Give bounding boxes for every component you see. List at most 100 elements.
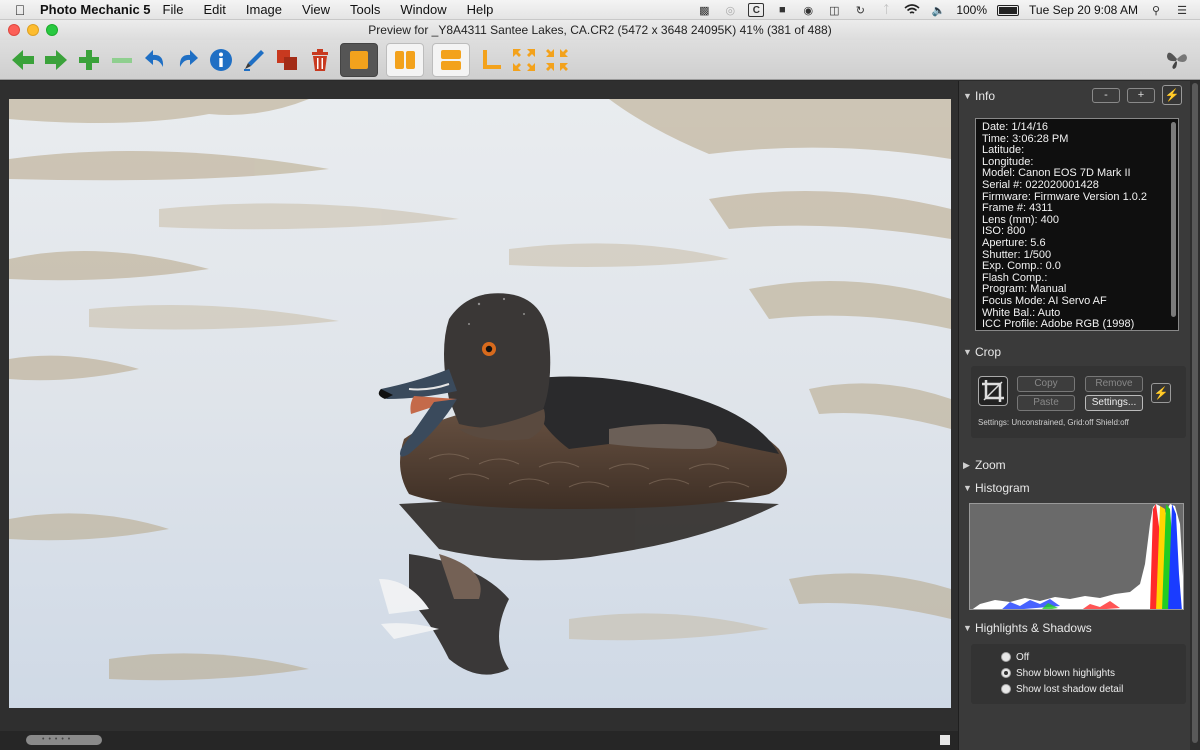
plus-icon[interactable] [72, 44, 105, 76]
edit-pen-icon[interactable] [237, 44, 270, 76]
crop-paste-button[interactable]: Paste [1017, 395, 1075, 411]
panel-scrollbar[interactable] [1190, 81, 1200, 750]
info-icon[interactable] [204, 44, 237, 76]
crop-controls: Copy Remove Paste Settings... ⚡ Settings… [971, 366, 1186, 438]
toolbar [0, 40, 1200, 80]
radio-blown-highlights-label: Show blown highlights [1016, 667, 1115, 679]
crop-settings-button[interactable]: Settings... [1085, 395, 1143, 411]
window-titlebar: Preview for _Y8A4311 Santee Lakes, CA.CR… [0, 20, 1200, 40]
zoom-section-title: Zoom [975, 458, 1006, 472]
crop-section-header[interactable]: ▼ Crop [963, 343, 1001, 361]
disclosure-open-icon: ▼ [963, 483, 972, 493]
info-date: Date: 1/14/16 [982, 121, 1049, 133]
zoom-out-icon[interactable] [540, 44, 573, 76]
preview-area: ••••• [0, 81, 958, 750]
highlights-options: Off Show blown highlights Show lost shad… [971, 644, 1186, 704]
window-zoom-button[interactable] [46, 24, 58, 36]
crop-copy-button[interactable]: Copy [1017, 376, 1075, 392]
zoom-section-header[interactable]: ▶ Zoom [963, 456, 1006, 474]
sync-icon[interactable]: ◉ [800, 3, 816, 17]
radio-blown-highlights[interactable]: Show blown highlights [1001, 666, 1115, 680]
info-metadata-box[interactable]: Date: 1/14/16 Time: 3:06:28 PM Latitude:… [975, 118, 1179, 331]
status-c-icon[interactable]: C [748, 3, 765, 17]
side-by-side-icon[interactable] [386, 42, 424, 77]
battery-percent: 100% [956, 3, 988, 17]
radio-blown-highlights-control[interactable] [1001, 668, 1011, 678]
time-machine-icon[interactable]: ↻ [852, 3, 868, 17]
volume-icon[interactable]: 🔈 [930, 3, 946, 17]
preview-photo[interactable] [9, 99, 951, 708]
scrollbar-grip-icon: ••••• [42, 736, 75, 743]
info-exp-comp: Exp. Comp.: 0.0 [982, 260, 1061, 273]
zoom-in-icon[interactable] [507, 44, 540, 76]
search-icon[interactable]: ⚲ [1148, 3, 1164, 17]
crop-lightning-icon[interactable]: ⚡ [1151, 383, 1171, 403]
histogram-section-title: Histogram [975, 481, 1030, 495]
shield-icon[interactable]: ◫ [826, 3, 842, 17]
info-box-scrollbar[interactable] [1171, 122, 1176, 317]
single-view-icon[interactable] [340, 42, 378, 77]
disclosure-open-icon: ▼ [963, 91, 972, 101]
resize-corner[interactable] [940, 735, 950, 745]
disclosure-closed-icon: ▶ [963, 459, 970, 470]
bluetooth-icon[interactable]: ᛏ [878, 3, 894, 17]
forward-arrow-icon[interactable] [39, 44, 72, 76]
radio-lost-shadow-label: Show lost shadow detail [1016, 683, 1124, 695]
info-serial: Serial #: 022020001428 [982, 178, 1099, 191]
system-menubar:  Photo Mechanic 5 File Edit Image View … [0, 0, 1200, 20]
highlights-section-title: Highlights & Shadows [975, 621, 1092, 635]
butterfly-icon[interactable] [1164, 46, 1190, 72]
highlights-section-header[interactable]: ▼ Highlights & Shadows [963, 619, 1092, 637]
disclosure-open-icon: ▼ [963, 623, 972, 633]
menu-app-name[interactable]: Photo Mechanic 5 [40, 2, 151, 17]
radio-off[interactable]: Off [1001, 650, 1029, 664]
copy-icon[interactable] [270, 44, 303, 76]
info-panel: ▼ Info - + ⚡ Date: 1/14/16 Time: 3:06:28… [958, 81, 1200, 750]
info-icc-profile: ICC Profile: Adobe RGB (1998) [982, 318, 1135, 331]
battery-icon[interactable] [997, 4, 1020, 16]
crop-tool-icon[interactable] [978, 376, 1008, 406]
radio-off-control[interactable] [1001, 652, 1011, 662]
histogram-graph [969, 503, 1184, 610]
crop-remove-button[interactable]: Remove [1085, 376, 1143, 392]
window-close-button[interactable] [8, 24, 20, 36]
panel-scrollbar-thumb[interactable] [1192, 83, 1198, 743]
menu-view[interactable]: View [302, 2, 330, 17]
rotate-right-icon[interactable] [171, 44, 204, 76]
apple-menu-icon[interactable]:  [0, 2, 40, 18]
radio-lost-shadow[interactable]: Show lost shadow detail [1001, 682, 1123, 696]
wifi-icon[interactable] [904, 3, 920, 17]
dropbox-icon[interactable]: ■ [774, 3, 790, 17]
info-section-header[interactable]: ▼ Info [963, 87, 995, 105]
corner-icon[interactable] [474, 44, 507, 76]
window-minimize-button[interactable] [27, 24, 39, 36]
menu-edit[interactable]: Edit [203, 2, 225, 17]
info-focus-mode: Focus Mode: AI Servo AF [982, 294, 1107, 307]
stacked-icon[interactable] [432, 42, 470, 77]
window-title: Preview for _Y8A4311 Santee Lakes, CA.CR… [368, 23, 832, 37]
info-lightning-icon[interactable]: ⚡ [1162, 85, 1182, 105]
info-frame: Frame #: 4311 [982, 202, 1053, 215]
disc-icon[interactable]: ◎ [722, 3, 738, 17]
menu-tools[interactable]: Tools [350, 2, 380, 17]
trash-icon[interactable] [303, 44, 336, 76]
disclosure-open-icon: ▼ [963, 347, 972, 357]
screen-icon[interactable]: ▩ [696, 3, 712, 17]
menu-file[interactable]: File [163, 2, 184, 17]
menu-help[interactable]: Help [467, 2, 494, 17]
histogram-section-header[interactable]: ▼ Histogram [963, 479, 1030, 497]
notification-list-icon[interactable]: ☰ [1174, 3, 1190, 17]
minus-icon[interactable] [105, 44, 138, 76]
info-section-title: Info [975, 89, 996, 103]
rotate-left-icon[interactable] [138, 44, 171, 76]
horizontal-scrollbar[interactable]: ••••• [0, 731, 958, 750]
info-plus-button[interactable]: + [1127, 88, 1155, 103]
back-arrow-icon[interactable] [6, 44, 39, 76]
menu-image[interactable]: Image [246, 2, 282, 17]
info-aperture: Aperture: 5.6 [982, 236, 1046, 249]
radio-off-label: Off [1016, 651, 1030, 663]
info-minus-button[interactable]: - [1092, 88, 1120, 103]
menubar-clock[interactable]: Tue Sep 20 9:08 AM [1029, 3, 1138, 17]
menu-window[interactable]: Window [400, 2, 446, 17]
radio-lost-shadow-control[interactable] [1001, 684, 1011, 694]
